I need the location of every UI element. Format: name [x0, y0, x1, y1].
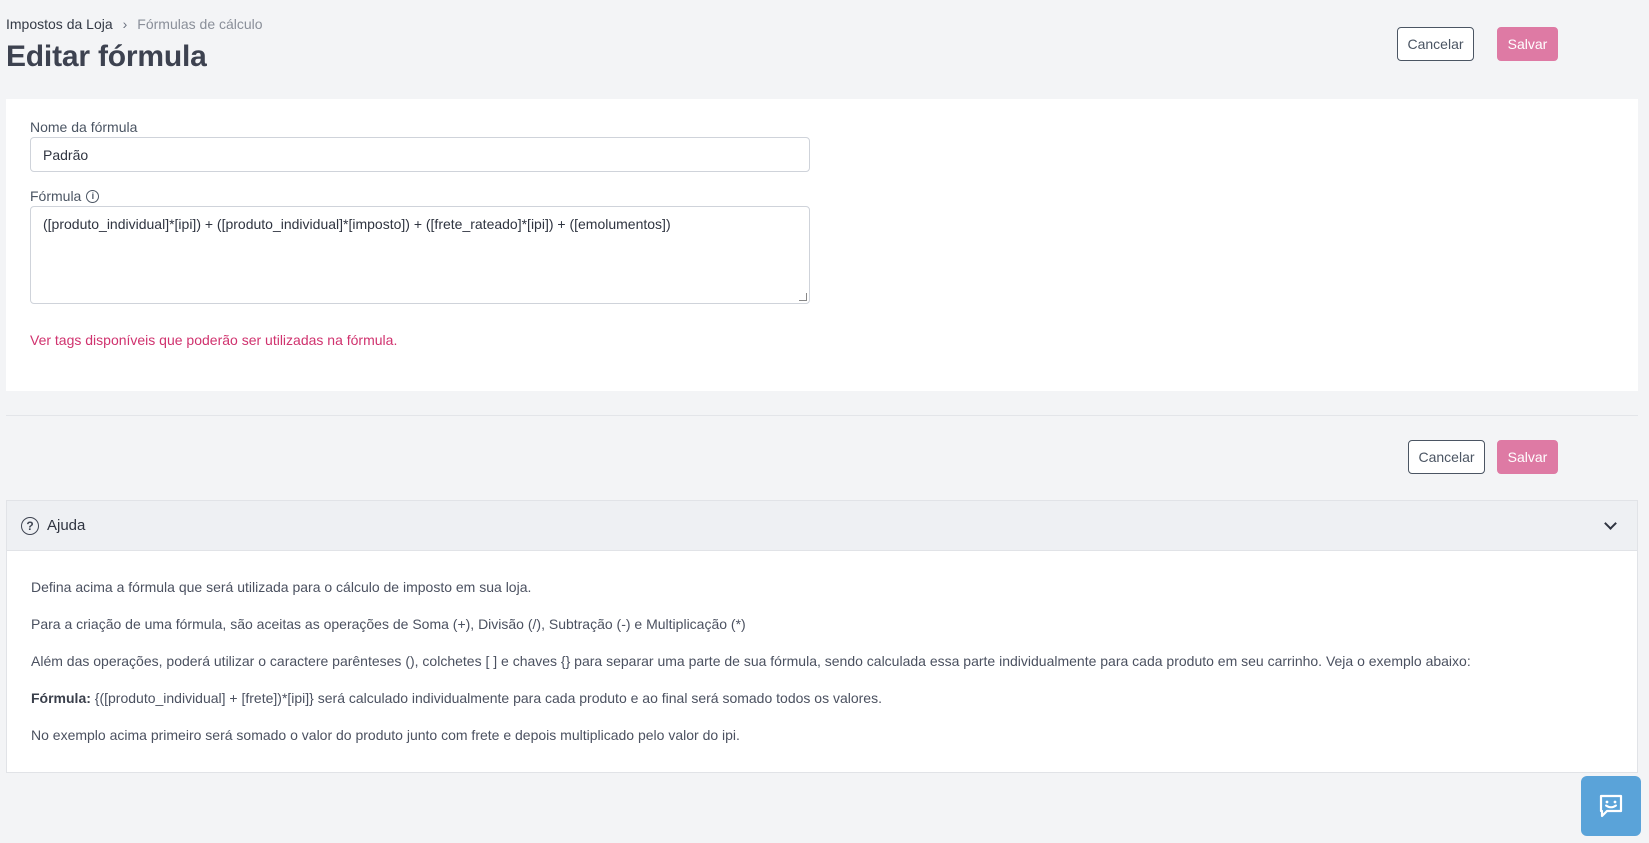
breadcrumb: Impostos da Loja › Fórmulas de cálculo	[6, 16, 263, 32]
question-circle-icon: ?	[21, 516, 39, 535]
help-line-1: Defina acima a fórmula que será utilizad…	[31, 579, 532, 595]
formula-name-value: Padrão	[43, 146, 89, 163]
formula-label: Fórmula i	[30, 188, 100, 204]
page: Impostos da Loja › Fórmulas de cálculo E…	[0, 0, 1649, 843]
help-panel-header[interactable]: ? Ajuda	[7, 501, 1637, 551]
help-title: Ajuda	[47, 517, 86, 534]
help-example-text: {([produto_individual] + [frete])*[ipi]}…	[90, 690, 882, 706]
resize-handle-icon[interactable]	[799, 293, 807, 301]
chat-widget-button[interactable]	[1581, 776, 1641, 836]
section-divider	[6, 415, 1638, 416]
help-example: Fórmula: {([produto_individual] + [frete…	[31, 690, 1613, 706]
chevron-down-icon[interactable]	[1604, 517, 1617, 530]
breadcrumb-parent-link[interactable]: Impostos da Loja	[6, 16, 113, 32]
help-body: Defina acima a fórmula que será utilizad…	[7, 551, 1637, 743]
help-example-label: Fórmula:	[31, 690, 91, 706]
formula-form-card: Nome da fórmula Padrão Fórmula i ([produ…	[6, 99, 1638, 391]
formula-textarea[interactable]: ([produto_individual]*[ipi]) + ([produto…	[30, 206, 810, 304]
formula-name-input[interactable]: Padrão	[30, 137, 810, 172]
help-closing: No exemplo acima primeiro será somado o …	[31, 727, 740, 743]
save-button-top[interactable]: Salvar	[1497, 27, 1558, 61]
formula-value: ([produto_individual]*[ipi]) + ([produto…	[43, 216, 671, 232]
save-button-bottom[interactable]: Salvar	[1497, 440, 1558, 474]
formula-name-label: Nome da fórmula	[30, 119, 137, 135]
chat-icon	[1599, 794, 1623, 818]
formula-name-label-text: Nome da fórmula	[30, 119, 138, 135]
breadcrumb-current: Fórmulas de cálculo	[137, 16, 263, 32]
help-line-2: Para a criação de uma fórmula, são aceit…	[31, 616, 746, 632]
available-tags-link[interactable]: Ver tags disponíveis que poderão ser uti…	[30, 332, 397, 348]
formula-label-text: Fórmula	[30, 188, 82, 204]
help-line-3: Além das operações, poderá utilizar o ca…	[31, 653, 1471, 669]
info-icon[interactable]: i	[86, 189, 100, 203]
cancel-button-bottom[interactable]: Cancelar	[1408, 440, 1485, 474]
page-title: Editar fórmula	[6, 40, 207, 73]
help-panel: ? Ajuda Defina acima a fórmula que será …	[6, 500, 1638, 773]
breadcrumb-separator-icon: ›	[122, 16, 128, 32]
cancel-button-top[interactable]: Cancelar	[1397, 27, 1474, 61]
